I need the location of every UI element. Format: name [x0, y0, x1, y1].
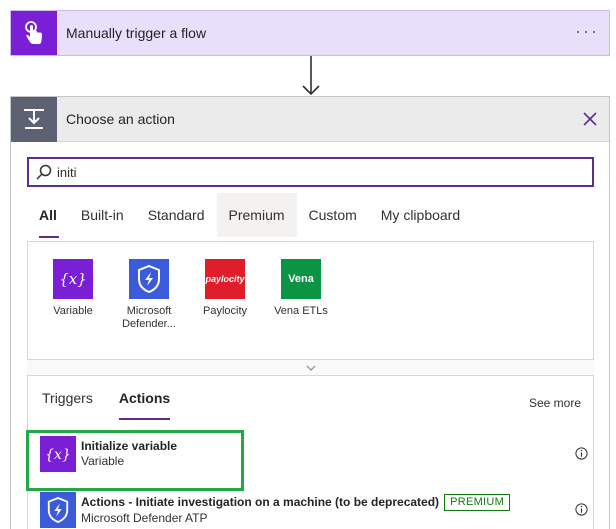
tab-triggers[interactable]: Triggers — [42, 390, 93, 420]
connector-label: Paylocity — [202, 305, 248, 317]
tab-built-in[interactable]: Built-in — [69, 193, 136, 237]
connector-paylocity[interactable]: paylocity Paylocity — [194, 259, 256, 318]
result-name: Actions - Initiate investigation on a ma… — [81, 495, 440, 509]
panel-title: Choose an action — [66, 111, 175, 127]
svg-text:{x}: {x} — [59, 270, 87, 288]
variable-icon: {x} — [53, 259, 93, 299]
close-icon[interactable] — [581, 110, 599, 128]
paylocity-icon: paylocity — [205, 259, 245, 299]
vena-icon: Vena — [281, 259, 321, 299]
connector-label-line2: Defender... — [122, 318, 176, 330]
filter-tabs: All Built-in Standard Premium Custom My … — [27, 193, 472, 238]
search-icon — [36, 164, 52, 180]
down-arrow-icon — [302, 56, 320, 96]
panel-header: Choose an action — [11, 96, 609, 142]
connector-label: Microsoft Defender... — [116, 305, 182, 331]
search-box[interactable] — [27, 157, 594, 187]
tab-premium[interactable]: Premium — [216, 193, 297, 237]
info-icon[interactable] — [575, 503, 588, 516]
results-tabs: Triggers Actions — [42, 390, 196, 420]
vena-logo-text: Vena — [288, 273, 314, 285]
connector-label: Vena ETLs — [274, 305, 328, 317]
chevron-down-icon — [306, 365, 315, 371]
highlight-box — [26, 430, 244, 491]
tab-my-clipboard[interactable]: My clipboard — [369, 193, 472, 237]
trigger-card[interactable]: Manually trigger a flow ··· — [10, 10, 610, 56]
connector-vena-etls[interactable]: Vena Vena ETLs — [270, 259, 332, 318]
result-connector: Microsoft Defender ATP — [81, 511, 208, 525]
connectors-list: {x} Variable Microsoft Defender... paylo… — [27, 241, 594, 375]
result-initiate-investigation[interactable]: Actions - Initiate investigation on a ma… — [40, 490, 588, 529]
tab-actions[interactable]: Actions — [118, 390, 171, 420]
action-icon — [11, 96, 57, 142]
defender-icon — [129, 259, 169, 299]
premium-badge: PREMIUM — [444, 494, 511, 511]
connector-label-line1: Microsoft — [126, 305, 172, 317]
trigger-title: Manually trigger a flow — [66, 25, 207, 41]
more-options-icon[interactable]: ··· — [575, 21, 599, 41]
tab-all[interactable]: All — [27, 193, 69, 238]
defender-icon — [40, 492, 76, 528]
tab-custom[interactable]: Custom — [297, 193, 369, 237]
connector-label: Variable — [53, 305, 93, 317]
connector-microsoft-defender[interactable]: Microsoft Defender... — [118, 259, 180, 331]
search-input[interactable] — [57, 164, 577, 180]
paylocity-logo-text: paylocity — [205, 274, 245, 284]
info-icon[interactable] — [575, 447, 588, 460]
collapse-bar[interactable] — [27, 359, 594, 375]
tab-standard[interactable]: Standard — [136, 193, 217, 237]
manual-trigger-icon — [11, 11, 57, 55]
connector-variable[interactable]: {x} Variable — [42, 259, 104, 318]
see-more-link[interactable]: See more — [529, 396, 581, 410]
